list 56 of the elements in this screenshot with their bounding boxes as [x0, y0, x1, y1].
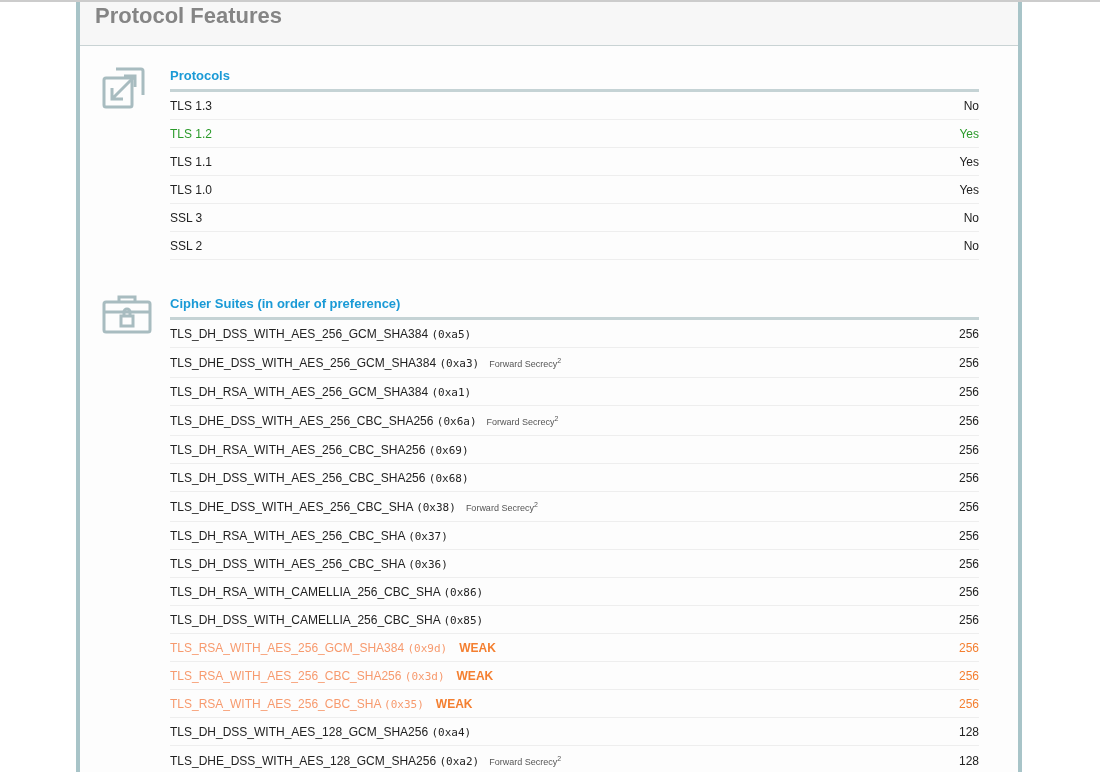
- cipher-name: TLS_RSA_WITH_AES_256_CBC_SHA (0x35): [170, 696, 424, 711]
- cipher-name: TLS_DH_RSA_WITH_AES_256_GCM_SHA384 (0xa1): [170, 384, 472, 399]
- protocol-name: TLS 1.2: [170, 126, 213, 141]
- key-bits: 128: [958, 753, 979, 768]
- key-bits: 256: [958, 612, 979, 627]
- protocol-support: Yes: [959, 182, 979, 197]
- cipher-name: TLS_DHE_DSS_WITH_AES_256_CBC_SHA256 (0x6a): [170, 413, 477, 428]
- cipher-name: TLS_DHE_DSS_WITH_AES_256_GCM_SHA384 (0xa3): [170, 355, 480, 370]
- protocol-support: Yes: [959, 126, 979, 141]
- key-bits: 128: [958, 724, 979, 739]
- key-bits: 256: [958, 584, 979, 599]
- protocol-name: TLS 1.0: [170, 182, 213, 197]
- protocol-support: No: [963, 210, 979, 225]
- cipher-name: TLS_DH_DSS_WITH_CAMELLIA_256_CBC_SHA (0x85): [170, 612, 484, 627]
- briefcase-lock-icon: [102, 294, 152, 334]
- protocol-support: No: [963, 98, 979, 113]
- section-heading: Cipher Suites (in order of preference): [170, 294, 979, 320]
- cipher-name: TLS_DH_DSS_WITH_AES_256_CBC_SHA256 (0x68): [170, 470, 469, 485]
- key-bits: 256: [958, 556, 979, 571]
- cipher-name: TLS_DH_RSA_WITH_CAMELLIA_256_CBC_SHA (0x86): [170, 584, 484, 599]
- weak-label: WEAK: [435, 696, 473, 711]
- section-heading: Protocols: [170, 66, 979, 92]
- weak-label: WEAK: [456, 668, 494, 683]
- protocol-support: Yes: [959, 154, 979, 169]
- cipher-name: TLS_DH_DSS_WITH_AES_256_CBC_SHA (0x36): [170, 556, 448, 571]
- cipher-name: TLS_DHE_DSS_WITH_AES_256_CBC_SHA (0x38): [170, 499, 456, 514]
- cipher-name: TLS_DH_DSS_WITH_AES_256_GCM_SHA384 (0xa5): [170, 326, 472, 341]
- forward-secrecy-note: Forward Secrecy$^{2}$: [486, 414, 559, 427]
- expand-arrows-icon: [102, 66, 146, 110]
- forward-secrecy-note: Forward Secrecy$^{2}$: [489, 356, 562, 369]
- key-bits: 256: [958, 696, 979, 711]
- protocol-support: No: [963, 238, 979, 253]
- cipher-name: TLS_RSA_WITH_AES_256_GCM_SHA384 (0x9d): [170, 640, 448, 655]
- forward-secrecy-note: Forward Secrecy$^{2}$: [489, 754, 562, 767]
- key-bits: 256: [958, 326, 979, 341]
- key-bits: 256: [958, 470, 979, 485]
- cipher-name: TLS_DHE_DSS_WITH_AES_128_GCM_SHA256 (0xa2): [170, 753, 480, 768]
- protocol-name: SSL 3: [170, 210, 203, 225]
- forward-secrecy-note: Forward Secrecy$^{2}$: [465, 500, 538, 513]
- protocol-name: SSL 2: [170, 238, 203, 253]
- cipher-name: TLS_DH_DSS_WITH_AES_128_GCM_SHA256 (0xa4): [170, 724, 472, 739]
- key-bits: 256: [958, 640, 979, 655]
- key-bits: 256: [958, 528, 979, 543]
- key-bits: 256: [958, 384, 979, 399]
- key-bits: 256: [958, 668, 979, 683]
- weak-label: WEAK: [459, 640, 496, 655]
- protocol-name: TLS 1.3: [170, 98, 213, 113]
- key-bits: 256: [958, 413, 979, 428]
- cipher-name: TLS_DH_RSA_WITH_AES_256_CBC_SHA256 (0x69): [170, 442, 469, 457]
- key-bits: 256: [958, 499, 979, 514]
- key-bits: 256: [958, 442, 979, 457]
- key-bits: 256: [958, 355, 979, 370]
- protocol-name: TLS 1.1: [170, 154, 213, 169]
- page-title: Protocol Features: [95, 3, 283, 29]
- cipher-name: TLS_DH_RSA_WITH_AES_256_CBC_SHA (0x37): [170, 528, 448, 543]
- cipher-name: TLS_RSA_WITH_AES_256_CBC_SHA256 (0x3d): [170, 668, 445, 683]
